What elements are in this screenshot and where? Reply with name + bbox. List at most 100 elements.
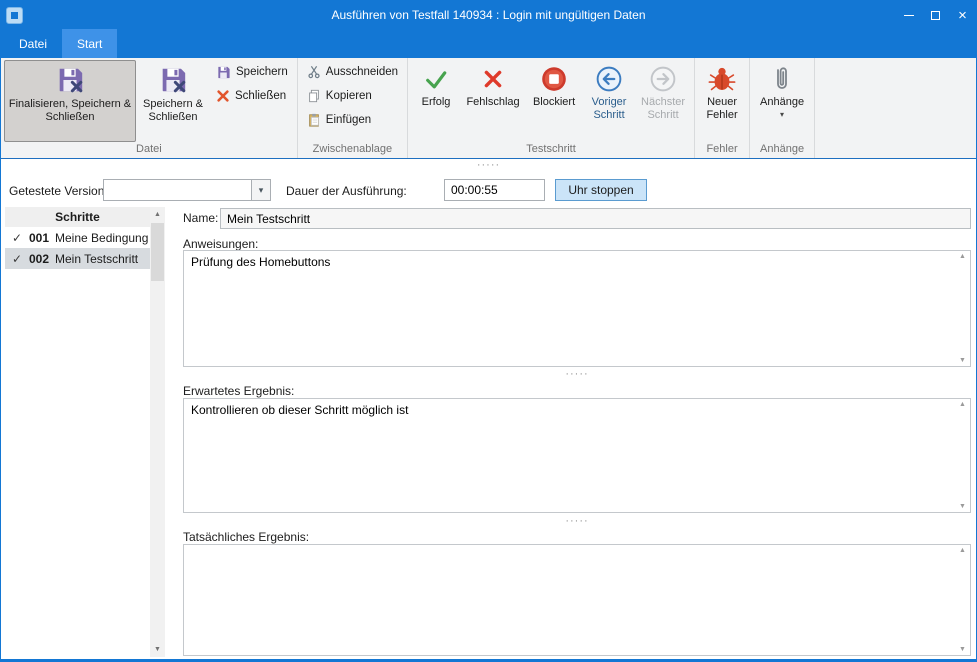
ribbon-splitter-handle[interactable]: ····· xyxy=(1,161,976,169)
save-and-close-label: Speichern & Schließen xyxy=(141,98,205,124)
failure-x-icon xyxy=(479,65,507,93)
minimize-button[interactable] xyxy=(895,1,922,29)
finalize-save-close-label: Finalisieren, Speichern & Schließen xyxy=(8,98,132,124)
scroll-down-icon[interactable]: ▼ xyxy=(955,646,970,653)
expected-result-scrollbar[interactable]: ▲ ▼ xyxy=(955,399,970,512)
window-title: Ausführen von Testfall 140934 : Login mi… xyxy=(1,8,976,22)
ribbon-group-teststep: Erfolg Fehlschlag Blockiert xyxy=(408,58,695,158)
scroll-down-icon[interactable]: ▼ xyxy=(150,642,165,657)
ribbon: Finalisieren, Speichern & Schließen Spei… xyxy=(1,58,976,159)
actual-result-scrollbar[interactable]: ▲ ▼ xyxy=(955,545,970,655)
app-icon[interactable] xyxy=(6,7,23,24)
name-label: Name: xyxy=(183,211,218,225)
bug-icon xyxy=(708,65,736,93)
scroll-up-icon[interactable]: ▲ xyxy=(955,547,970,554)
instructions-scrollbar[interactable]: ▲ ▼ xyxy=(955,251,970,366)
scissors-icon xyxy=(307,65,321,79)
next-step-button[interactable]: Nächster Schritt xyxy=(635,60,691,142)
save-button[interactable]: Speichern xyxy=(210,60,294,84)
tested-version-dropdown-button[interactable]: ▾ xyxy=(251,180,270,200)
tested-version-input[interactable] xyxy=(104,180,251,200)
step-check-icon: ✓ xyxy=(12,252,29,266)
close-icon: × xyxy=(958,8,967,23)
name-input[interactable] xyxy=(220,208,971,229)
scroll-up-icon[interactable]: ▲ xyxy=(955,253,970,260)
expected-result-label: Erwartetes Ergebnis: xyxy=(183,384,294,398)
ribbon-group-error: Neuer Fehler Fehler xyxy=(695,58,750,158)
duration-label: Dauer der Ausführung: xyxy=(286,184,407,198)
scroll-up-icon[interactable]: ▲ xyxy=(955,401,970,408)
combo-arrow-icon: ▾ xyxy=(259,185,264,196)
group-label-clipboard: Zwischenablage xyxy=(301,142,404,158)
copy-icon xyxy=(307,89,321,103)
save-and-close-button[interactable]: Speichern & Schließen xyxy=(136,60,210,142)
scroll-down-icon[interactable]: ▼ xyxy=(955,503,970,510)
instructions-splitter-handle[interactable]: ····· xyxy=(183,370,971,378)
step-row-001[interactable]: ✓ 001 Meine Bedingung xyxy=(5,227,150,248)
step-row-002[interactable]: ✓ 002 Mein Testschritt xyxy=(5,248,150,269)
step-label: Meine Bedingung xyxy=(55,231,148,245)
paperclip-icon xyxy=(771,65,793,93)
instructions-field: Prüfung des Homebuttons ▲ ▼ xyxy=(183,250,971,367)
previous-arrow-icon xyxy=(595,65,623,93)
attachments-dropdown-icon[interactable]: ▾ xyxy=(780,111,784,118)
titlebar: Ausführen von Testfall 140934 : Login mi… xyxy=(1,1,976,29)
scroll-up-icon[interactable]: ▲ xyxy=(150,207,165,222)
window-controls: × xyxy=(895,1,976,29)
ribbon-group-clipboard: Ausschneiden Kopieren Einfügen xyxy=(298,58,408,158)
tab-datei[interactable]: Datei xyxy=(4,29,62,58)
actual-result-label: Tatsächliches Ergebnis: xyxy=(183,530,309,544)
success-button[interactable]: Erfolg xyxy=(411,60,461,142)
close-label: Schließen xyxy=(235,90,286,102)
paste-label: Einfügen xyxy=(326,114,371,126)
actual-result-field: ▲ ▼ xyxy=(183,544,971,656)
attachments-button[interactable]: Anhänge ▾ xyxy=(753,60,811,142)
tested-version-combobox[interactable]: ▾ xyxy=(103,179,271,201)
steps-scrollbar[interactable]: ▲ ▼ xyxy=(150,207,165,657)
next-arrow-icon xyxy=(649,65,677,93)
cut-button[interactable]: Ausschneiden xyxy=(301,60,404,84)
next-step-label: Nächster Schritt xyxy=(639,96,687,122)
step-number: 002 xyxy=(29,252,55,266)
instructions-label: Anweisungen: xyxy=(183,237,258,251)
attachments-label: Anhänge xyxy=(760,96,804,109)
instructions-textarea[interactable]: Prüfung des Homebuttons xyxy=(184,251,955,366)
expected-result-textarea[interactable]: Kontrollieren ob dieser Schritt möglich … xyxy=(184,399,955,512)
expected-splitter-handle[interactable]: ····· xyxy=(183,517,971,525)
success-check-icon xyxy=(422,65,450,93)
blocked-stop-icon xyxy=(540,65,568,93)
maximize-button[interactable] xyxy=(922,1,949,29)
step-check-icon: ✓ xyxy=(12,231,29,245)
scrollbar-thumb[interactable] xyxy=(151,223,164,281)
success-label: Erfolg xyxy=(422,96,451,109)
previous-step-label: Voriger Schritt xyxy=(587,96,631,122)
close-button[interactable]: × xyxy=(949,1,976,29)
ribbon-group-file: Finalisieren, Speichern & Schließen Spei… xyxy=(1,58,298,158)
step-number: 001 xyxy=(29,231,55,245)
save-icon xyxy=(216,65,231,80)
new-error-button[interactable]: Neuer Fehler xyxy=(698,60,746,142)
save-close-icon xyxy=(158,65,188,95)
actual-result-textarea[interactable] xyxy=(184,545,955,655)
ribbon-group-attachments: Anhänge ▾ Anhänge xyxy=(750,58,815,158)
tab-start[interactable]: Start xyxy=(62,29,117,58)
group-label-teststep: Testschritt xyxy=(411,142,691,158)
close-ribbon-button[interactable]: Schließen xyxy=(210,84,294,108)
previous-step-button[interactable]: Voriger Schritt xyxy=(583,60,635,142)
cut-label: Ausschneiden xyxy=(326,66,398,78)
paste-button[interactable]: Einfügen xyxy=(301,108,404,132)
blocked-button[interactable]: Blockiert xyxy=(525,60,583,142)
step-label: Mein Testschritt xyxy=(55,252,138,266)
steps-panel: Schritte ✓ 001 Meine Bedingung ✓ 002 Mei… xyxy=(5,207,165,657)
finalize-save-close-button[interactable]: Finalisieren, Speichern & Schließen xyxy=(4,60,136,142)
duration-input[interactable] xyxy=(444,179,545,201)
close-red-icon xyxy=(216,89,230,103)
stop-clock-button[interactable]: Uhr stoppen xyxy=(555,179,647,201)
copy-button[interactable]: Kopieren xyxy=(301,84,404,108)
group-label-attachments: Anhänge xyxy=(753,142,811,158)
scroll-down-icon[interactable]: ▼ xyxy=(955,357,970,364)
save-finalize-icon xyxy=(55,65,85,95)
failure-button[interactable]: Fehlschlag xyxy=(461,60,525,142)
minimize-icon xyxy=(904,15,914,16)
blocked-label: Blockiert xyxy=(533,96,575,109)
